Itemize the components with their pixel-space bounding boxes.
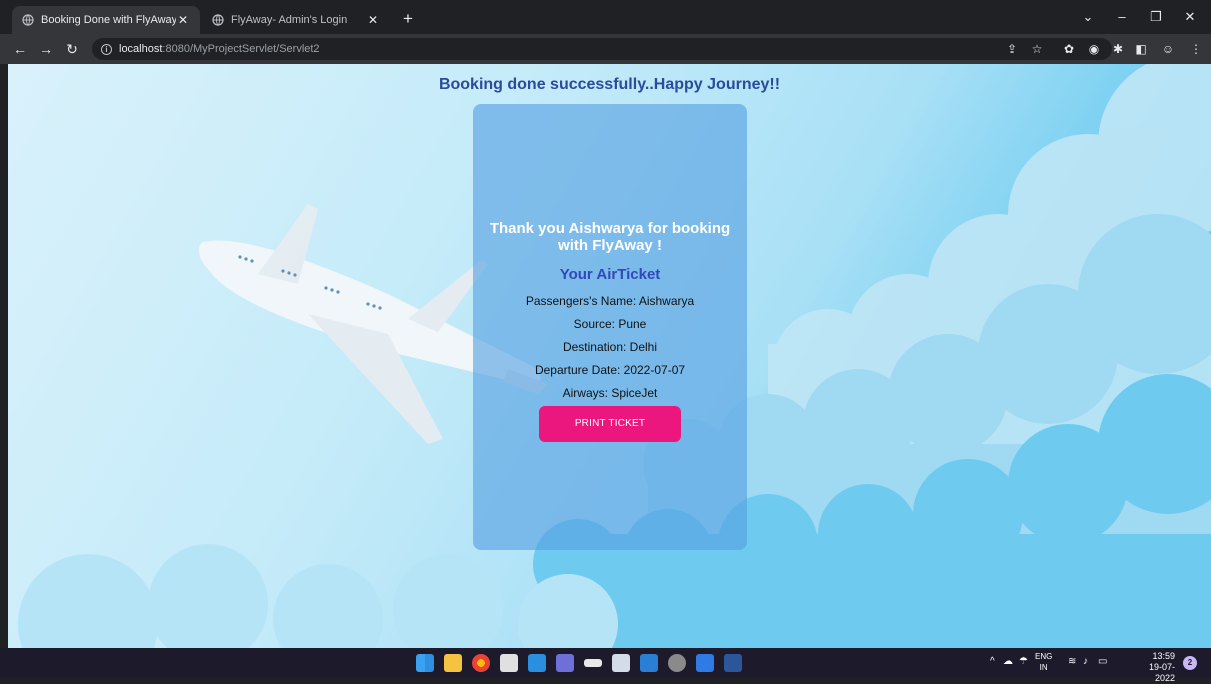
notepad-icon[interactable] xyxy=(612,654,630,672)
show-hidden-icons-icon[interactable]: ^ xyxy=(990,656,995,667)
print-ticket-button[interactable]: PRINT TICKET xyxy=(539,406,681,442)
tab-close-icon[interactable]: ✕ xyxy=(176,13,190,27)
eclipse-icon[interactable] xyxy=(584,659,602,667)
date: 19-07-2022 xyxy=(1148,662,1175,683)
address-bar[interactable]: i localhost :8080/MyProjectServlet/Servl… xyxy=(92,38,1112,60)
new-tab-icon[interactable]: + xyxy=(398,9,418,29)
destination: Destination: Delhi xyxy=(562,340,658,354)
thank-you-message: Thank you Aishwarya for booking with Fly… xyxy=(489,220,731,254)
side-panel-icon[interactable]: ◧ xyxy=(1134,42,1148,56)
word-icon[interactable] xyxy=(724,654,742,672)
settings-icon[interactable] xyxy=(668,654,686,672)
notification-badge[interactable]: 2 xyxy=(1183,656,1197,670)
tab-close-icon[interactable]: ✕ xyxy=(366,13,380,27)
site-info-icon[interactable]: i xyxy=(101,43,112,55)
notes-icon[interactable] xyxy=(696,654,714,672)
store-icon[interactable] xyxy=(500,654,518,672)
tab-title: FlyAway- Admin's Login xyxy=(231,14,348,26)
page-viewport: Booking done successfully..Happy Journey… xyxy=(8,64,1211,648)
passenger-name: Passengers's Name: Aishwarya xyxy=(525,294,695,308)
globe-icon xyxy=(22,14,34,26)
battery-icon[interactable]: ▭ xyxy=(1098,656,1107,667)
browser-toolbar: ← → ↻ i localhost :8080/MyProjectServlet… xyxy=(0,34,1211,64)
file-explorer-icon[interactable] xyxy=(444,654,462,672)
onedrive-icon[interactable]: ☂ xyxy=(1019,656,1028,667)
ticket-card: Thank you Aishwarya for booking with Fly… xyxy=(473,104,747,550)
time: 13:59 xyxy=(1152,651,1175,661)
lang-top: ENG xyxy=(1035,652,1053,661)
bookmark-star-icon[interactable]: ☆ xyxy=(1030,42,1044,56)
url-host: localhost xyxy=(119,43,163,55)
wifi-icon[interactable]: ≋ xyxy=(1068,656,1076,667)
weather-icon[interactable]: ☁ xyxy=(1003,656,1013,667)
extensions-puzzle-icon[interactable]: ✱ xyxy=(1111,42,1125,56)
page-headline: Booking done successfully..Happy Journey… xyxy=(438,76,781,93)
menu-kebab-icon[interactable]: ⋮ xyxy=(1189,42,1203,56)
ticket-heading: Your AirTicket xyxy=(559,266,661,283)
close-window-icon[interactable]: ✕ xyxy=(1178,7,1202,27)
reload-icon[interactable]: ↻ xyxy=(62,39,82,59)
source: Source: Pune xyxy=(573,317,647,331)
taskbar-clock[interactable]: 13:59 19-07-2022 xyxy=(1129,651,1175,684)
globe-icon xyxy=(212,14,224,26)
forward-icon[interactable]: → xyxy=(36,39,56,59)
chrome-icon[interactable] xyxy=(472,654,490,672)
photos-icon[interactable] xyxy=(640,654,658,672)
extension-icon[interactable]: ✿ xyxy=(1062,42,1076,56)
share-icon[interactable]: ⇪ xyxy=(1005,42,1019,56)
restore-icon[interactable]: ❐ xyxy=(1144,7,1168,27)
start-icon[interactable] xyxy=(416,654,434,672)
record-icon[interactable]: ◉ xyxy=(1087,42,1101,56)
browser-tabstrip: Booking Done with FlyAway !! ✕ FlyAway- … xyxy=(0,0,1211,34)
tab-admin-login[interactable]: FlyAway- Admin's Login ✕ xyxy=(202,6,390,34)
minimize-icon[interactable]: – xyxy=(1110,7,1134,27)
windows-taskbar: ^ ☁ ☂ ENG IN ≋ ♪ ▭ 13:59 19-07-2022 2 xyxy=(0,648,1211,683)
departure-date: Departure Date: 2022-07-07 xyxy=(534,363,686,377)
tab-search-icon[interactable]: ⌄ xyxy=(1076,7,1100,27)
language-indicator[interactable]: ENG IN xyxy=(1035,651,1052,673)
volume-icon[interactable]: ♪ xyxy=(1083,656,1088,667)
tab-booking-done[interactable]: Booking Done with FlyAway !! ✕ xyxy=(12,6,200,34)
profile-avatar-icon[interactable]: ☺ xyxy=(1161,42,1175,56)
url-path: :8080/MyProjectServlet/Servlet2 xyxy=(162,43,320,55)
back-icon[interactable]: ← xyxy=(10,39,30,59)
tab-title: Booking Done with FlyAway !! xyxy=(41,14,176,26)
teams-icon[interactable] xyxy=(556,654,574,672)
airways: Airways: SpiceJet xyxy=(562,386,658,400)
lang-bottom: IN xyxy=(1039,663,1048,672)
vscode-icon[interactable] xyxy=(528,654,546,672)
